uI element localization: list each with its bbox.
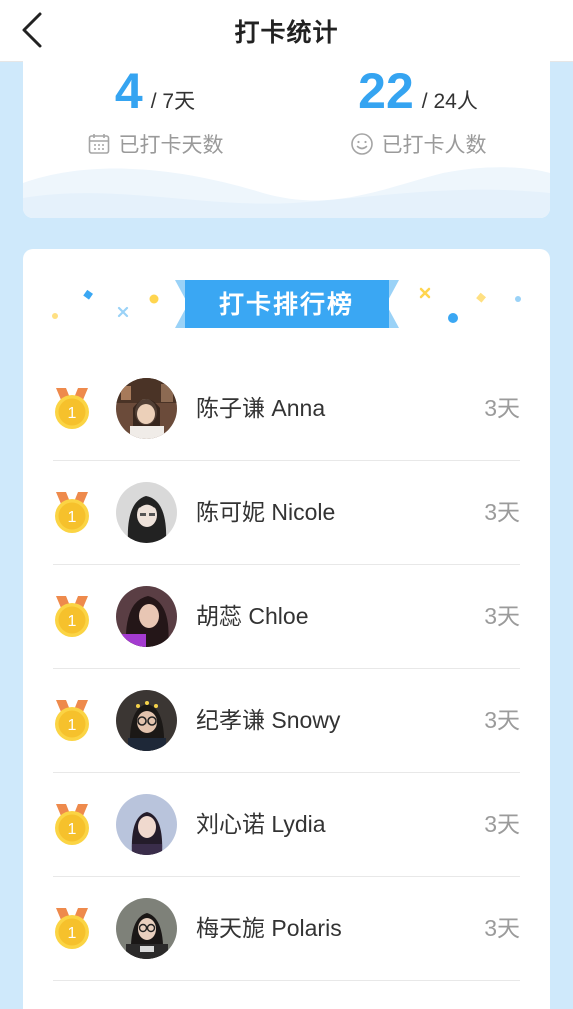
leaderboard-row[interactable]: 1 陈子谦 Anna 3天 [53,356,520,461]
leaderboard-title: 打卡排行榜 [218,291,354,319]
checked-people-stat: 22 / 24人 已打卡人数 [286,61,550,159]
gold-medal-icon: 1 [55,596,89,637]
gold-medal-icon: 1 [55,388,89,429]
medal-rank: 1 [68,821,77,838]
checkin-days: 3天 [484,707,520,733]
top-bar: 打卡统计 [0,0,573,62]
checkin-days: 3天 [484,499,520,525]
avatar [116,378,177,439]
avatar [116,586,177,647]
leaderboard-row[interactable]: 1 陈可妮 Nicole 3天 [53,460,520,565]
avatar [116,482,177,543]
medal-rank: 1 [68,405,77,422]
medal-rank: 1 [68,925,77,942]
leaderboard-row[interactable]: 1 刘心诺 Lydia 3天 [53,772,520,877]
checked-people-unit: / 24人 [421,90,478,113]
checkin-days: 3天 [484,811,520,837]
checkin-days: 3天 [484,603,520,629]
page-title: 打卡统计 [234,18,339,47]
member-name: 胡蕊 Chloe [196,603,309,629]
leaderboard-row[interactable]: 1 胡蕊 Chloe 3天 [53,564,520,669]
gold-medal-icon: 1 [55,492,89,533]
medal-rank: 1 [68,613,77,630]
stats-card: 4 / 7天 已打卡天数 22 / 24人 已打卡人数 [23,61,550,218]
checkin-days: 3天 [484,395,520,421]
avatar [116,794,177,855]
avatar [116,690,177,751]
avatar [116,898,177,959]
medal-rank: 1 [68,509,77,526]
leaderboard-row[interactable]: 1 纪孝谦 Snowy 3天 [53,668,520,773]
member-name: 纪孝谦 Snowy [196,707,341,733]
checked-days-value: 4 [114,63,143,119]
wave-decoration [23,167,550,218]
gold-medal-icon: 1 [55,700,89,741]
checked-days-unit: / 7天 [150,90,196,113]
leaderboard-row[interactable]: 1 梅天旎 Polaris 3天 [53,876,520,981]
checkin-days: 3天 [484,915,520,941]
checked-days-stat: 4 / 7天 已打卡天数 [23,61,287,159]
checked-people-value: 22 [358,63,414,119]
gold-medal-icon: 1 [55,804,89,845]
member-name: 刘心诺 Lydia [196,811,326,837]
member-name: 陈可妮 Nicole [196,499,336,525]
medal-rank: 1 [68,717,77,734]
member-name: 陈子谦 Anna [196,395,326,421]
gold-medal-icon: 1 [55,908,89,949]
member-name: 梅天旎 Polaris [196,915,342,941]
chevron-left-icon[interactable] [18,10,48,50]
leaderboard-card: 打卡排行榜 1 陈子谦 Anna 3天 1 陈可妮 Nicole 3天 1 胡蕊… [23,249,550,1009]
